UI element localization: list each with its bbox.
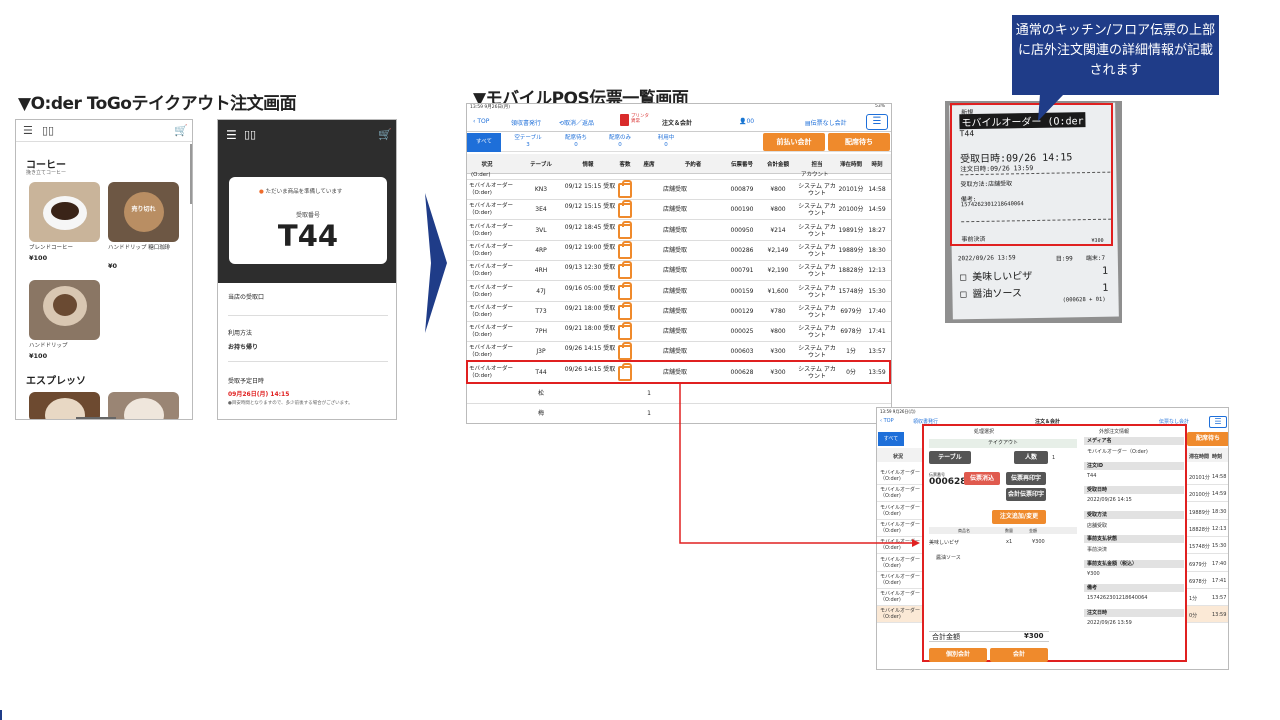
connector-arrow	[679, 384, 920, 547]
